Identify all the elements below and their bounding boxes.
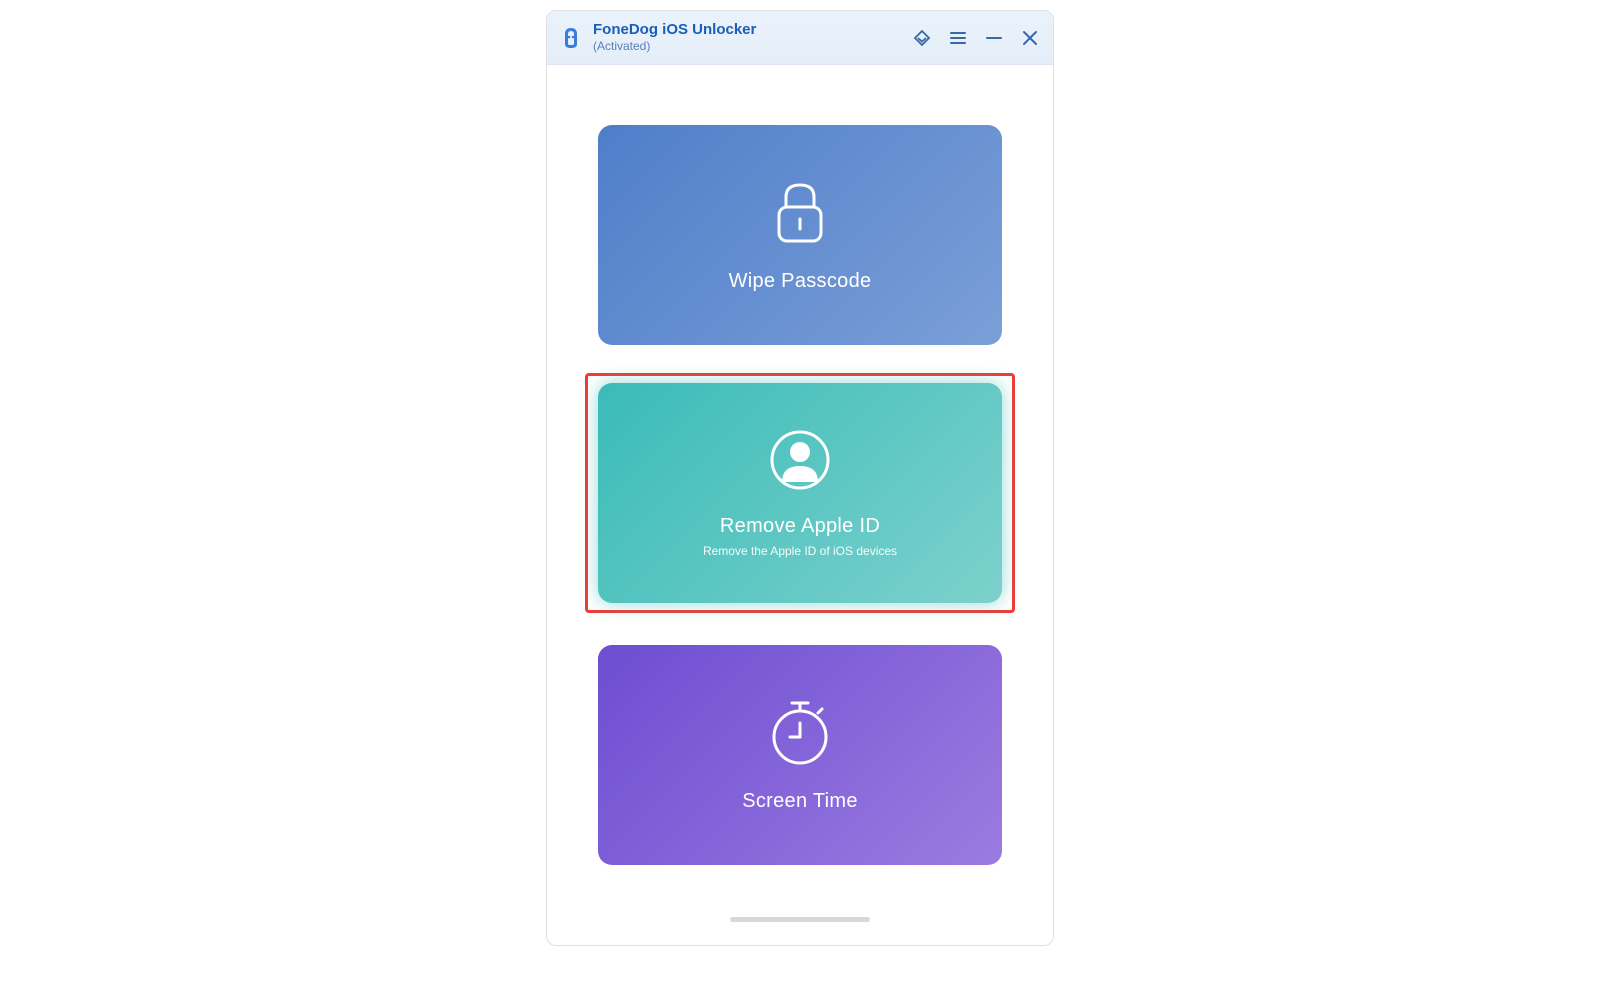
feedback-icon[interactable] (911, 27, 933, 49)
minimize-button[interactable] (983, 27, 1005, 49)
stopwatch-icon (768, 697, 832, 772)
title-bar: FoneDog iOS Unlocker (Activated) (547, 11, 1053, 65)
handle-bar[interactable] (730, 917, 870, 922)
main-content: Wipe Passcode Remove Apple ID Remove the… (547, 65, 1053, 917)
menu-icon[interactable] (947, 27, 969, 49)
lock-icon (769, 177, 831, 252)
person-icon (768, 428, 832, 497)
app-status: (Activated) (593, 39, 911, 53)
app-title: FoneDog iOS Unlocker (593, 21, 911, 39)
app-window: FoneDog iOS Unlocker (Activated) (546, 10, 1054, 946)
remove-apple-id-subtitle: Remove the Apple ID of iOS devices (703, 544, 897, 558)
remove-apple-id-card[interactable]: Remove Apple ID Remove the Apple ID of i… (598, 383, 1002, 603)
screen-time-title: Screen Time (742, 790, 858, 813)
close-button[interactable] (1019, 27, 1041, 49)
screen-time-card[interactable]: Screen Time (598, 645, 1002, 865)
highlight-frame: Remove Apple ID Remove the Apple ID of i… (585, 373, 1015, 613)
wipe-passcode-title: Wipe Passcode (729, 270, 872, 293)
wipe-passcode-card[interactable]: Wipe Passcode (598, 125, 1002, 345)
title-text-block: FoneDog iOS Unlocker (Activated) (593, 21, 911, 53)
remove-apple-id-title: Remove Apple ID (720, 515, 880, 538)
title-controls (911, 27, 1041, 49)
bottom-handle (547, 917, 1053, 945)
app-logo-icon (559, 26, 583, 50)
